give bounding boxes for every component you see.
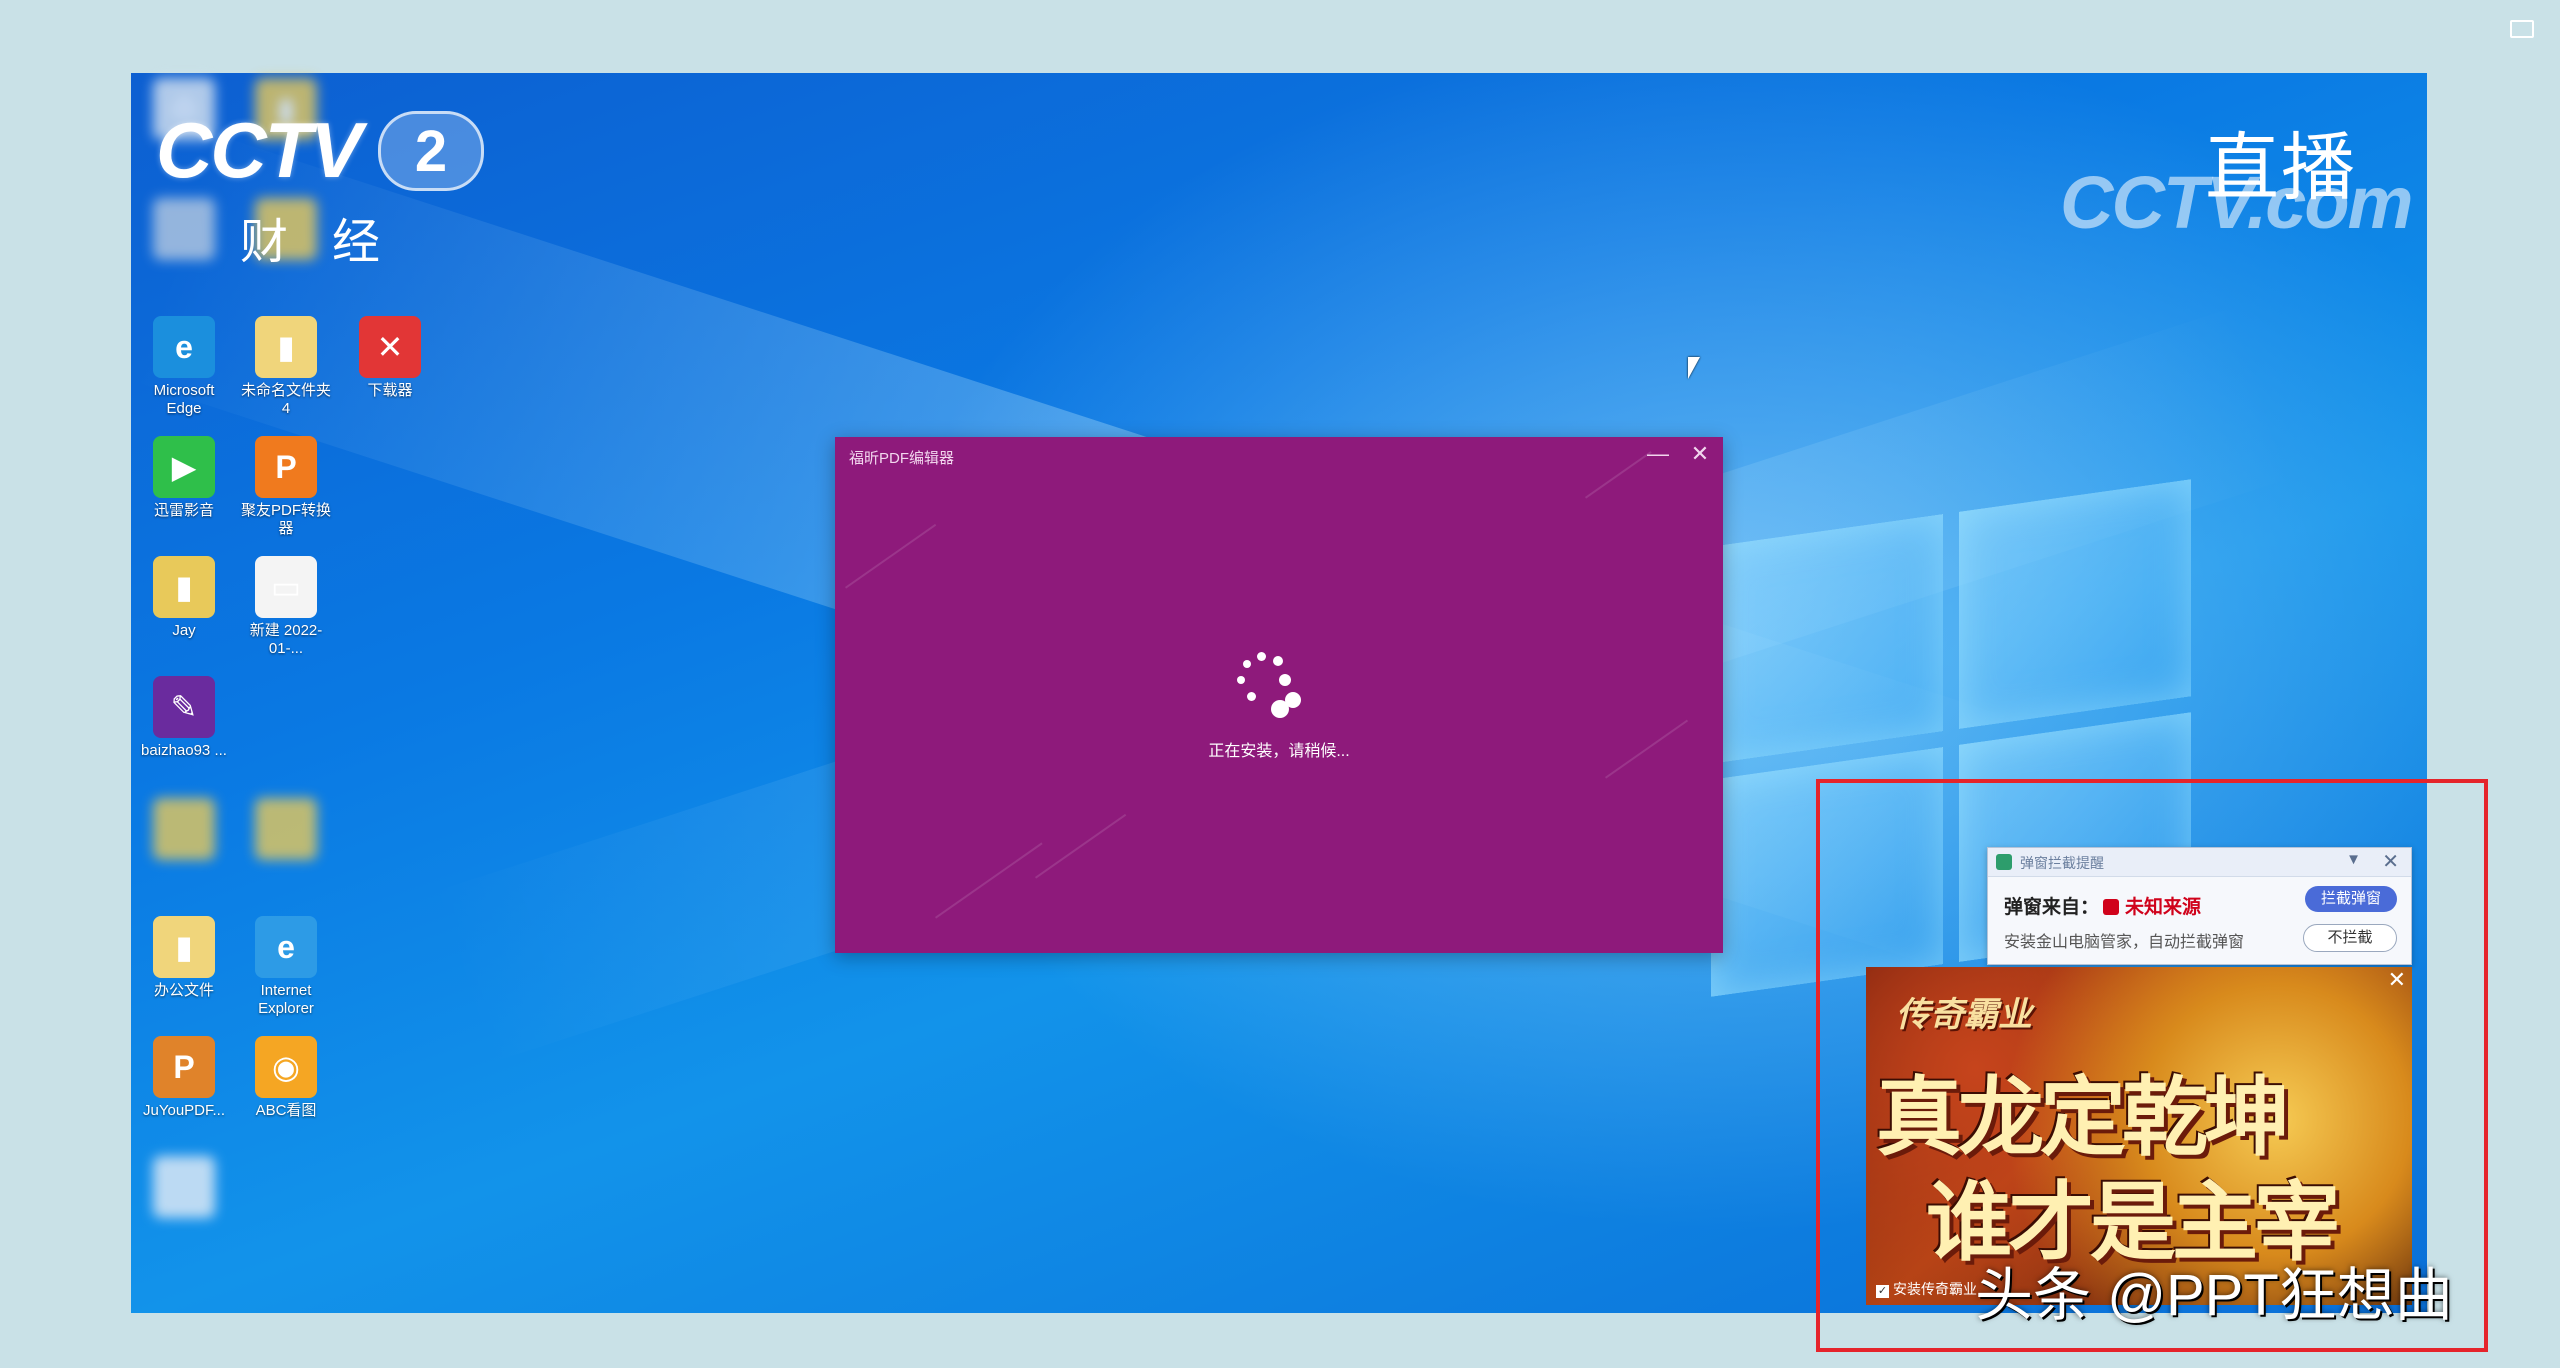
app-icon: e: [255, 916, 317, 978]
app-icon: P: [255, 436, 317, 498]
minimize-button[interactable]: —: [1643, 441, 1673, 467]
installer-status: 正在安装，请稍候...: [1208, 743, 1350, 760]
close-button[interactable]: ✕: [1685, 441, 1715, 467]
desktop-icon[interactable]: P 聚友PDF转换器: [236, 436, 336, 538]
desktop-icon[interactable]: ✕ 下载器: [340, 316, 440, 400]
installer-title: 福昕PDF编辑器: [849, 450, 955, 467]
app-icon: ✎: [153, 676, 215, 738]
app-icon: e: [153, 316, 215, 378]
app-icon: [153, 1156, 215, 1218]
desktop-icon[interactable]: ▶ 迅雷影音: [134, 436, 234, 520]
app-icon: ▮: [153, 916, 215, 978]
desktop-icon-label: 下载器: [367, 382, 413, 399]
watermark: 头条 @PPT狂想曲: [1975, 1263, 2453, 1328]
desktop-icon-label: 办公文件: [153, 982, 214, 999]
mouse-cursor-icon: [1688, 357, 1700, 379]
app-icon: ◉: [255, 1036, 317, 1098]
desktop-icon[interactable]: P JuYouPDF...: [134, 1036, 234, 1120]
desktop-icon-label: 迅雷影音: [153, 502, 214, 519]
app-icon: [255, 798, 317, 860]
desktop-icon[interactable]: [134, 798, 234, 864]
channel-number: 2: [378, 111, 484, 191]
app-icon: [153, 798, 215, 860]
desktop-icon-label: ABC看图: [255, 1102, 317, 1119]
app-icon: P: [153, 1036, 215, 1098]
desktop-icon-label: 未命名文件夹 4: [240, 382, 331, 417]
desktop-icon-label: Microsoft Edge: [153, 382, 215, 417]
desktop-icon[interactable]: [236, 798, 336, 864]
desktop-icon-label: JuYouPDF...: [143, 1102, 225, 1119]
desktop-icon-label: Jay: [172, 622, 196, 639]
channel-sub: 财经: [240, 216, 425, 269]
desktop-icon[interactable]: e Internet Explorer: [236, 916, 336, 1018]
app-icon: ▭: [255, 556, 317, 618]
desktop-icon-label: 聚友PDF转换器: [240, 502, 331, 537]
pip-icon: [2510, 20, 2534, 38]
loading-spinner-icon: [1235, 650, 1315, 730]
app-icon: ▮: [153, 556, 215, 618]
desktop-icon[interactable]: ✎ baizhao93 ...: [134, 676, 234, 760]
app-icon: ✕: [359, 316, 421, 378]
desktop-icon[interactable]: ▮ 未命名文件夹 4: [236, 316, 336, 418]
cctv-com-logo: CCTV.com: [2060, 161, 2413, 244]
desktop-icon-label: 新建 2022-01-...: [249, 622, 323, 657]
desktop-icon[interactable]: ▮ 办公文件: [134, 916, 234, 1000]
app-icon: ▶: [153, 436, 215, 498]
desktop-icon[interactable]: ◉ ABC看图: [236, 1036, 336, 1120]
desktop-icon-label: Internet Explorer: [258, 982, 314, 1017]
desktop-icon[interactable]: ▭ 新建 2022-01-...: [236, 556, 336, 658]
desktop-icon[interactable]: [134, 1156, 234, 1222]
desktop-icon-label: baizhao93 ...: [141, 742, 227, 759]
desktop-icon[interactable]: e Microsoft Edge: [134, 316, 234, 418]
cctv2-channel-logo: CCTV 2 财经: [156, 105, 484, 272]
desktop-icon[interactable]: ▮ Jay: [134, 556, 234, 640]
app-icon: ▮: [255, 316, 317, 378]
